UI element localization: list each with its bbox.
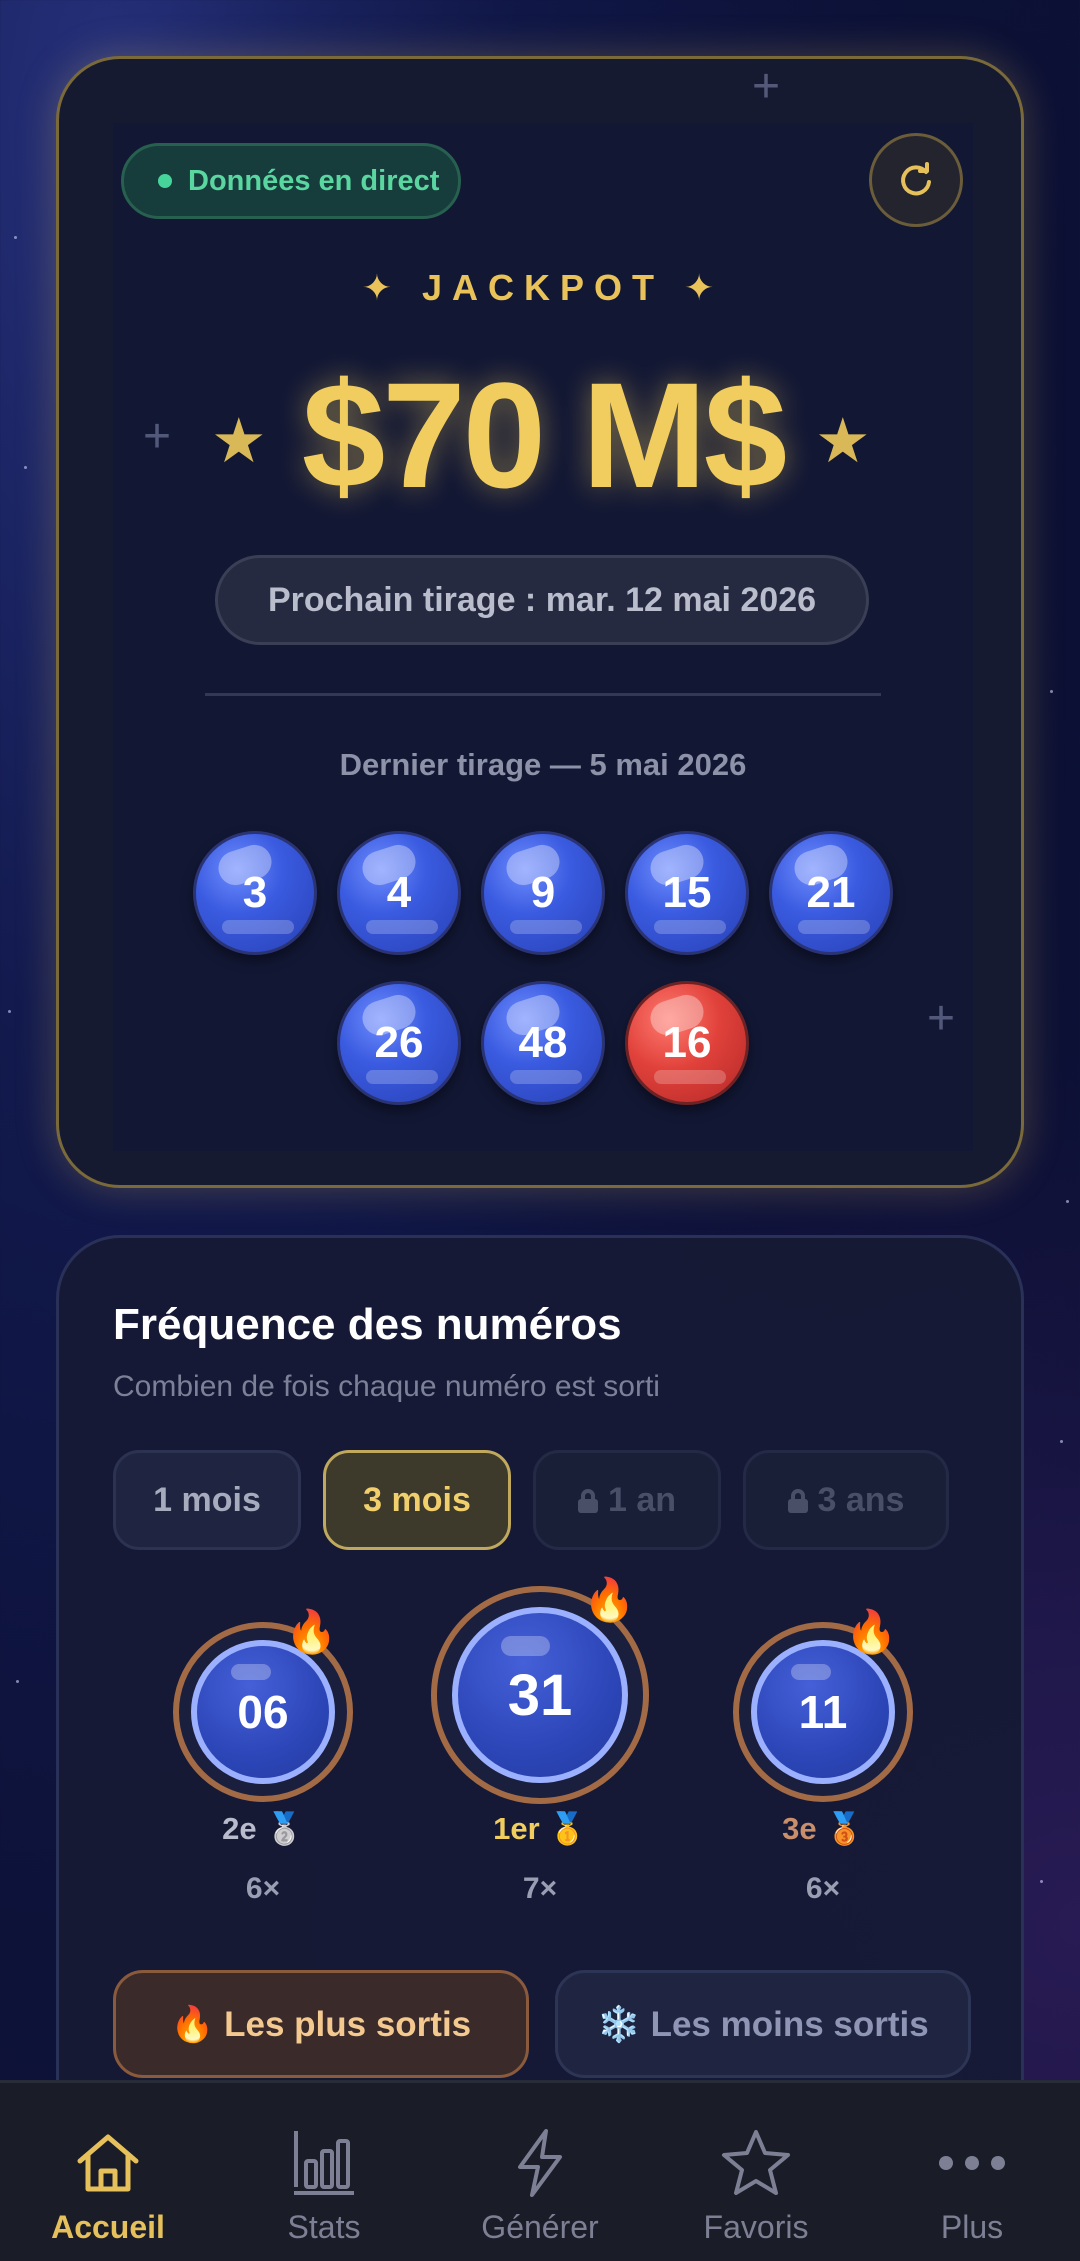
podium-rank-label: 2e 🥈 xyxy=(222,1811,304,1846)
least-drawn-button[interactable]: ❄️ Les moins sortis xyxy=(555,1970,971,2078)
live-data-badge: Données en direct xyxy=(121,143,461,219)
nav-item-plus[interactable]: Plus xyxy=(864,2083,1080,2261)
jackpot-amount: $70 M$ xyxy=(301,351,787,519)
background-star xyxy=(16,1680,19,1683)
star-icon xyxy=(716,2123,796,2203)
lock-icon xyxy=(787,1489,808,1513)
refresh-icon xyxy=(901,162,931,196)
lock-icon xyxy=(577,1489,598,1513)
next-draw-pill: Prochain tirage : mar. 12 mai 2026 xyxy=(215,555,869,645)
background-star xyxy=(1040,1880,1043,1883)
drawn-number-ball: 21 xyxy=(769,831,893,955)
bonus-number-ball: 16 xyxy=(625,981,749,1105)
home-icon xyxy=(68,2123,148,2203)
nav-item-stats[interactable]: Stats xyxy=(216,2083,432,2261)
drawn-number-ball: 9 xyxy=(481,831,605,955)
drawn-number-ball: 48 xyxy=(481,981,605,1105)
divider xyxy=(205,693,881,696)
background-star xyxy=(1050,690,1053,693)
podium-count: 6× xyxy=(245,1872,281,1905)
nav-item-favoris[interactable]: Favoris xyxy=(648,2083,864,2261)
podium-number: 06 xyxy=(237,1686,289,1738)
background-star xyxy=(24,466,27,469)
tab-1-month[interactable]: 1 mois xyxy=(113,1450,301,1550)
drawn-number-ball: 4 xyxy=(337,831,461,955)
jackpot-label: ✦ JACKPOT ✦ xyxy=(361,267,725,308)
flame-icon: 🔥 xyxy=(583,1576,636,1623)
nav-label: Générer xyxy=(481,2209,599,2245)
background-star xyxy=(8,1010,11,1013)
tab-label: 3 mois xyxy=(363,1480,471,1519)
podium-number: 31 xyxy=(507,1662,573,1728)
background-star xyxy=(1066,1200,1069,1203)
bar-chart-icon xyxy=(284,2123,364,2203)
nav-item-generer[interactable]: Générer xyxy=(432,2083,648,2261)
podium-number: 11 xyxy=(798,1686,848,1738)
nav-label: Stats xyxy=(287,2209,361,2245)
background-star xyxy=(1060,1440,1063,1443)
podium-rank-label: 3e 🥉 xyxy=(782,1811,864,1846)
last-draw-label: Dernier tirage — 5 mai 2026 xyxy=(339,747,747,782)
bottom-navigation: Accueil Stats Générer Favoris Plus xyxy=(0,2080,1080,2261)
tab-3-months[interactable]: 3 mois xyxy=(323,1450,511,1550)
tab-1-year[interactable]: 1 an xyxy=(533,1450,721,1550)
nav-label: Plus xyxy=(940,2209,1004,2245)
lightning-icon xyxy=(500,2123,580,2203)
jackpot-card: + + + Données en direct ✦ JACKPOT ✦ ★ ★ … xyxy=(56,56,1024,1188)
tab-label: 1 mois xyxy=(153,1480,261,1519)
podium-count: 6× xyxy=(805,1872,841,1905)
most-drawn-button[interactable]: 🔥 Les plus sortis xyxy=(113,1970,529,2078)
tab-label: 3 ans xyxy=(817,1480,905,1519)
sparkle-icon: + xyxy=(927,992,956,1045)
flame-icon: 🔥 xyxy=(845,1608,898,1655)
live-dot-icon xyxy=(158,174,172,188)
nav-label: Favoris xyxy=(703,2209,809,2245)
flame-icon: 🔥 xyxy=(285,1608,338,1655)
drawn-number-ball: 3 xyxy=(193,831,317,955)
tab-label: 1 an xyxy=(607,1480,677,1519)
tab-3-years[interactable]: 3 ans xyxy=(743,1450,949,1550)
nav-label: Accueil xyxy=(51,2209,165,2245)
more-dots-icon xyxy=(932,2123,1012,2203)
podium-rank-label: 1er 🥇 xyxy=(493,1811,587,1846)
live-badge-label: Données en direct xyxy=(188,164,440,197)
sparkle-icon: + xyxy=(752,60,781,113)
nav-item-accueil[interactable]: Accueil xyxy=(0,2083,216,2261)
frequency-title: Fréquence des numéros xyxy=(113,1300,622,1349)
background-star xyxy=(14,236,17,239)
refresh-button[interactable] xyxy=(869,133,963,227)
drawn-number-ball: 26 xyxy=(337,981,461,1105)
frequency-subtitle: Combien de fois chaque numéro est sorti xyxy=(113,1370,660,1403)
podium-count: 7× xyxy=(522,1872,558,1905)
drawn-number-ball: 15 xyxy=(625,831,749,955)
